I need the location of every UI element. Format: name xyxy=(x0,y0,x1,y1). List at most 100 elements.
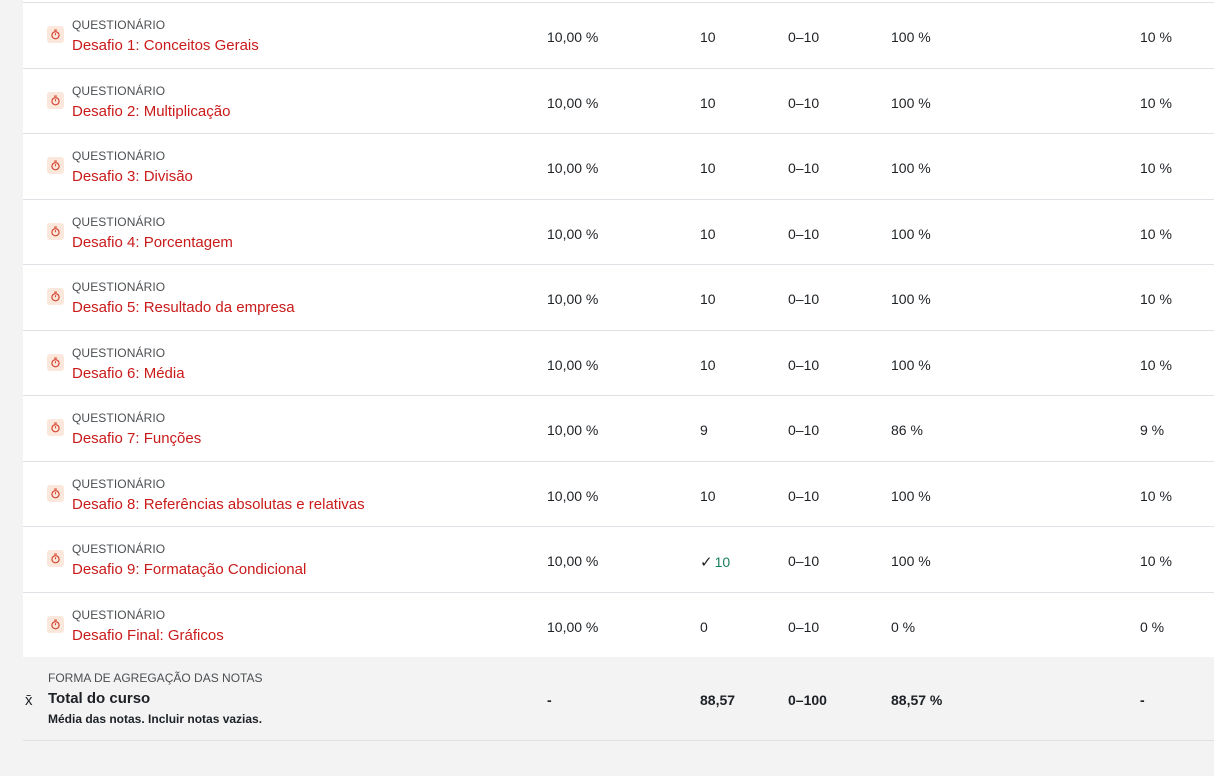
item-grade: 10 xyxy=(700,487,716,504)
grade-item-link[interactable]: Desafio 7: Funções xyxy=(72,430,201,447)
grade-item-row: QUESTIONÁRIO Desafio 4: Porcentagem 10,00 … xyxy=(23,200,1214,265)
item-range: 0–10 xyxy=(788,553,820,569)
course-total-name: Total do curso xyxy=(48,690,151,707)
item-weight: 10,00 % xyxy=(547,487,599,504)
item-percentage: 100 % xyxy=(891,487,931,504)
grade-item-link[interactable]: Desafio 6: Média xyxy=(72,365,185,382)
item-category: QUESTIONÁRIO xyxy=(72,476,166,491)
quiz-icon xyxy=(47,484,64,502)
quiz-icon xyxy=(47,419,64,436)
item-weight: 10,00 % xyxy=(547,291,599,307)
item-contribution: 10 % xyxy=(1140,29,1172,45)
grade-item-row: QUESTIONÁRIO Desafio 6: Média 10,00 % 10 0–1… xyxy=(23,331,1214,396)
item-contribution: 10 % xyxy=(1140,291,1172,307)
item-category: QUESTIONÁRIO xyxy=(72,607,166,622)
item-weight: 10,00 % xyxy=(547,94,599,111)
grade-items-list: QUESTIONÁRIO Desafio 1: Conceitos Gerais 1… xyxy=(23,3,1214,658)
item-range: 0–10 xyxy=(788,94,820,111)
item-category: QUESTIONÁRIO xyxy=(72,149,166,163)
item-range: 0–10 xyxy=(788,487,820,504)
quiz-icon xyxy=(47,353,64,371)
item-percentage: 100 % xyxy=(891,291,931,307)
total-contribution: - xyxy=(1140,692,1145,708)
grade-item-row: QUESTIONÁRIO Desafio 2: Multiplicação 10,0… xyxy=(23,69,1214,134)
mean-icon: x̄ xyxy=(25,692,33,709)
item-grade-value: 10 xyxy=(714,554,731,570)
quiz-icon xyxy=(47,288,64,305)
grade-item-row: QUESTIONÁRIO Desafio 8: Referências absol… xyxy=(23,462,1214,527)
quiz-icon xyxy=(47,615,64,633)
item-range: 0–10 xyxy=(788,225,820,242)
item-weight: 10,00 % xyxy=(547,553,599,569)
grade-item-link[interactable]: Desafio 4: Porcentagem xyxy=(72,234,233,251)
item-contribution: 10 % xyxy=(1140,160,1172,176)
grade-item-link[interactable]: Desafio 1: Conceitos Gerais xyxy=(72,37,259,54)
item-grade: ✓ 10 xyxy=(700,553,730,571)
item-percentage: 100 % xyxy=(891,160,931,176)
grade-item-link[interactable]: Desafio 5: Resultado da empresa xyxy=(72,299,295,316)
item-category: QUESTIONÁRIO xyxy=(72,411,166,425)
aggregation-label: FORMA DE AGREGAÇÃO DAS NOTAS xyxy=(48,671,263,685)
grade-item-link[interactable]: Desafio Final: Gráficos xyxy=(72,627,224,644)
item-range: 0–10 xyxy=(788,422,820,438)
item-weight: 10,00 % xyxy=(547,618,599,635)
item-percentage: 100 % xyxy=(891,94,931,111)
item-grade: 0 xyxy=(700,618,708,635)
grade-item-link[interactable]: Desafio 9: Formatação Condicional xyxy=(72,561,306,578)
item-category: QUESTIONÁRIO xyxy=(72,214,166,229)
item-percentage: 100 % xyxy=(891,225,931,242)
item-weight: 10,00 % xyxy=(547,225,599,242)
total-grade: 88,57 xyxy=(700,692,736,708)
item-category: QUESTIONÁRIO xyxy=(72,542,166,556)
item-category: QUESTIONÁRIO xyxy=(72,18,166,32)
quiz-icon xyxy=(47,550,64,567)
item-range: 0–10 xyxy=(788,29,820,45)
total-percentage: 88,57 % xyxy=(891,692,943,708)
item-weight: 10,00 % xyxy=(547,356,599,373)
item-grade: 10 xyxy=(700,160,716,176)
item-percentage: 86 % xyxy=(891,422,923,438)
item-contribution: 10 % xyxy=(1140,225,1172,242)
total-weight: - xyxy=(547,692,552,708)
item-category: QUESTIONÁRIO xyxy=(72,280,166,294)
course-total-row: FORMA DE AGREGAÇÃO DAS NOTAS x̄ Total do… xyxy=(23,657,1214,741)
grade-item-row: QUESTIONÁRIO Desafio 9: Formatação Condic… xyxy=(23,527,1214,593)
total-range: 0–100 xyxy=(788,692,827,708)
quiz-icon xyxy=(47,26,64,43)
item-percentage: 100 % xyxy=(891,356,931,373)
grade-item-link[interactable]: Desafio 8: Referências absolutas e relat… xyxy=(72,496,365,513)
item-contribution: 10 % xyxy=(1140,553,1172,569)
item-contribution: 10 % xyxy=(1140,94,1172,111)
item-category: QUESTIONÁRIO xyxy=(72,83,166,98)
item-weight: 10,00 % xyxy=(547,160,599,176)
grade-item-link[interactable]: Desafio 2: Multiplicação xyxy=(72,103,230,120)
item-grade: 10 xyxy=(700,225,716,242)
item-grade: 9 xyxy=(700,422,708,438)
item-grade: 10 xyxy=(700,29,716,45)
item-grade: 10 xyxy=(700,94,716,111)
item-range: 0–10 xyxy=(788,291,820,307)
item-contribution: 10 % xyxy=(1140,487,1172,504)
item-range: 0–10 xyxy=(788,160,820,176)
aggregation-description: Média das notas. Incluir notas vazias. xyxy=(48,712,263,726)
item-grade: 10 xyxy=(700,356,716,373)
item-range: 0–10 xyxy=(788,356,820,373)
item-percentage: 100 % xyxy=(891,29,931,45)
grade-item-link[interactable]: Desafio 3: Divisão xyxy=(72,168,193,185)
grade-item-row: QUESTIONÁRIO Desafio 5: Resultado da empr… xyxy=(23,265,1214,331)
item-contribution: 9 % xyxy=(1140,422,1165,438)
grade-item-row: QUESTIONÁRIO Desafio 1: Conceitos Gerais 1… xyxy=(23,3,1214,69)
item-grade: 10 xyxy=(700,291,716,307)
item-percentage: 0 % xyxy=(891,618,916,635)
quiz-icon xyxy=(47,222,64,240)
item-category: QUESTIONÁRIO xyxy=(72,345,166,360)
item-percentage: 100 % xyxy=(891,553,931,569)
item-contribution: 10 % xyxy=(1140,356,1172,373)
grade-item-row: QUESTIONÁRIO Desafio Final: Gráficos 10,00… xyxy=(23,593,1214,658)
quiz-icon xyxy=(47,91,64,109)
grade-report-panel: QUESTIONÁRIO Desafio 1: Conceitos Gerais 1… xyxy=(23,0,1214,741)
item-weight: 10,00 % xyxy=(547,29,599,45)
quiz-icon xyxy=(47,157,64,174)
grade-item-row: QUESTIONÁRIO Desafio 3: Divisão 10,00 % 10 0… xyxy=(23,134,1214,200)
grade-item-row: QUESTIONÁRIO Desafio 7: Funções 10,00 % 9 0–… xyxy=(23,396,1214,462)
